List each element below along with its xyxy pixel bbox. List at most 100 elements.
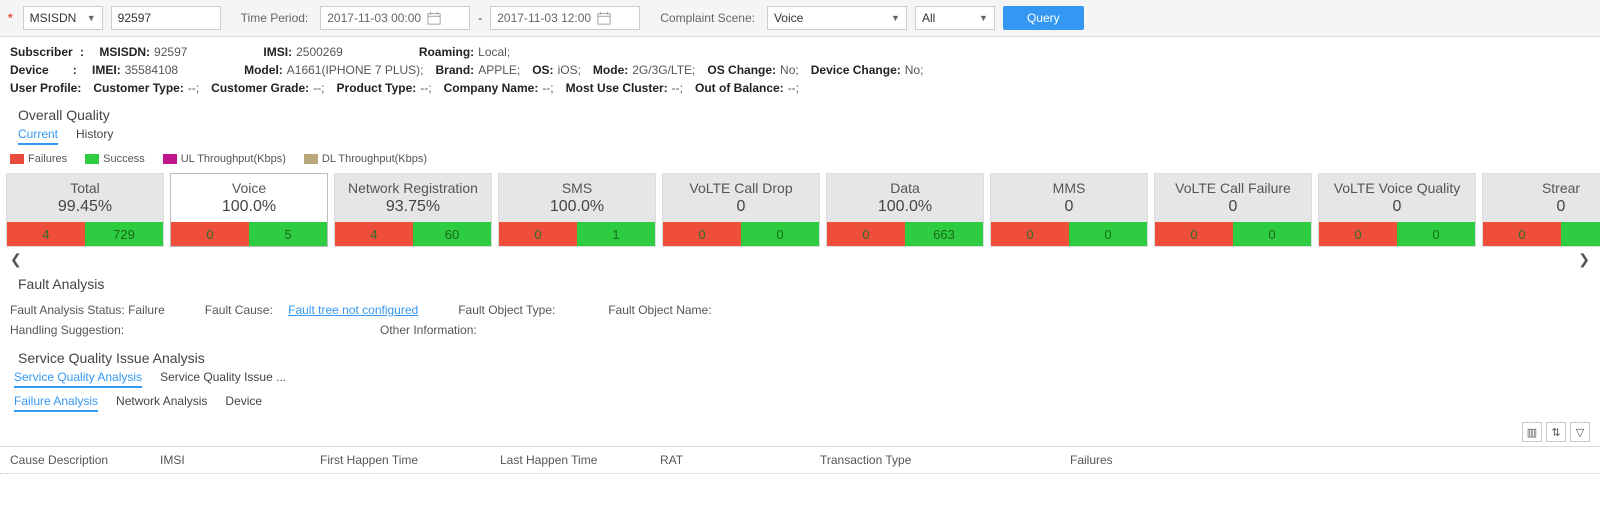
kpi-card-value: 93.75% <box>335 196 491 222</box>
legend-dl: DL Throughput(Kbps) <box>304 153 427 165</box>
legend-failures-label: Failures <box>28 153 67 165</box>
th-transaction-type[interactable]: Transaction Type <box>810 453 1060 467</box>
product-type-label: Product Type: <box>337 81 417 95</box>
time-to-input[interactable]: 2017-11-03 12:00 <box>490 6 640 30</box>
legend-dl-label: DL Throughput(Kbps) <box>322 153 427 165</box>
kpi-card-title: Total <box>7 174 163 196</box>
kpi-card-bars: 460 <box>335 222 491 246</box>
brand-value: APPLE; <box>478 63 520 77</box>
other-information-label: Other Information: <box>380 323 490 337</box>
kpi-card[interactable]: VoLTE Call Failure000 <box>1154 173 1312 247</box>
kpi-card[interactable]: Data100.0%0663 <box>826 173 984 247</box>
sqia-tabs-1: Service Quality Analysis Service Quality… <box>0 370 1600 394</box>
complaint-scene-label: Complaint Scene: <box>660 11 755 25</box>
fault-status-label: Fault Analysis Status: <box>10 303 125 317</box>
kpi-fail-bar: 0 <box>1483 222 1561 246</box>
calendar-icon <box>597 11 611 25</box>
kpi-fail-bar: 0 <box>663 222 741 246</box>
chevron-down-icon: ▼ <box>87 13 96 23</box>
overall-quality-tabs: Current History <box>0 127 1600 151</box>
kpi-card[interactable]: VoLTE Voice Quality000 <box>1318 173 1476 247</box>
kpi-cards-wrap: Total99.45%4729Voice100.0%05Network Regi… <box>0 173 1600 272</box>
kpi-fail-bar: 0 <box>1155 222 1233 246</box>
fault-object-type-label: Fault Object Type: <box>458 303 568 317</box>
kpi-card[interactable]: Network Registration93.75%460 <box>334 173 492 247</box>
os-change-label: OS Change: <box>707 63 776 77</box>
kpi-card[interactable]: VoLTE Call Drop000 <box>662 173 820 247</box>
os-label: OS: <box>532 63 553 77</box>
os-value: iOS; <box>558 63 581 77</box>
tab-service-quality-analysis[interactable]: Service Quality Analysis <box>14 370 142 388</box>
kpi-success-bar: 5 <box>249 222 327 246</box>
fault-cause-link[interactable]: Fault tree not configured <box>288 303 418 317</box>
time-from-value: 2017-11-03 00:00 <box>327 11 421 25</box>
legend-success: Success <box>85 153 145 165</box>
device-label: Device <box>10 63 49 77</box>
th-first-happen-time[interactable]: First Happen Time <box>310 453 490 467</box>
kpi-card-title: VoLTE Call Failure <box>1155 174 1311 196</box>
sort-button[interactable]: ⇅ <box>1546 422 1566 442</box>
tab-history[interactable]: History <box>76 127 113 145</box>
th-failures[interactable]: Failures <box>1060 453 1180 467</box>
complaint-scene-select[interactable]: Voice ▼ <box>767 6 907 30</box>
th-last-happen-time[interactable]: Last Happen Time <box>490 453 650 467</box>
kpi-card-value: 0 <box>1483 196 1600 222</box>
fault-cause-label: Fault Cause: <box>205 303 285 317</box>
kpi-card-title: Data <box>827 174 983 196</box>
kpi-success-bar <box>1561 222 1600 246</box>
query-button[interactable]: Query <box>1003 6 1084 30</box>
kpi-success-bar: 663 <box>905 222 983 246</box>
columns-button[interactable]: ▥ <box>1522 422 1542 442</box>
kpi-card[interactable]: MMS000 <box>990 173 1148 247</box>
filter-all-select[interactable]: All ▼ <box>915 6 995 30</box>
sort-icon: ⇅ <box>1551 426 1560 439</box>
kpi-fail-bar: 0 <box>171 222 249 246</box>
time-period-label: Time Period: <box>241 11 309 25</box>
kpi-card[interactable]: Strear00 <box>1482 173 1600 247</box>
imei-value: 35584108 <box>125 63 178 77</box>
columns-icon: ▥ <box>1527 426 1537 439</box>
kpi-card-value: 0 <box>1319 196 1475 222</box>
imei-label: IMEI: <box>92 63 121 77</box>
filter-button[interactable]: ▽ <box>1570 422 1590 442</box>
id-type-select[interactable]: MSISDN ▼ <box>23 6 103 30</box>
device-row: Device : IMEI: 35584108 Model: A1661(IPH… <box>10 61 1590 79</box>
kpi-card-title: Network Registration <box>335 174 491 196</box>
kpi-card[interactable]: Voice100.0%05 <box>170 173 328 247</box>
tab-current[interactable]: Current <box>18 127 58 145</box>
id-value-input[interactable] <box>111 6 221 30</box>
brand-label: Brand: <box>436 63 475 77</box>
dl-swatch-icon <box>304 154 318 164</box>
out-of-balance-value: --; <box>788 81 799 95</box>
customer-grade-value: --; <box>313 81 324 95</box>
scroll-right-icon[interactable]: ❯ <box>1578 251 1590 268</box>
complaint-scene-value: Voice <box>774 11 803 25</box>
tab-failure-analysis[interactable]: Failure Analysis <box>14 394 98 412</box>
customer-grade-label: Customer Grade: <box>211 81 309 95</box>
kpi-card[interactable]: SMS100.0%01 <box>498 173 656 247</box>
scroll-left-icon[interactable]: ❮ <box>10 251 22 268</box>
th-rat[interactable]: RAT <box>650 453 810 467</box>
legend: Failures Success UL Throughput(Kbps) DL … <box>0 151 1600 173</box>
device-change-value: No; <box>905 63 924 77</box>
handling-suggestion-label: Handling Suggestion: <box>10 323 124 337</box>
kpi-fail-bar: 0 <box>827 222 905 246</box>
mode-label: Mode: <box>593 63 628 77</box>
msisdn-label: MSISDN: <box>99 45 150 59</box>
tab-service-quality-issue[interactable]: Service Quality Issue ... <box>160 370 286 388</box>
tab-network-analysis[interactable]: Network Analysis <box>116 394 207 412</box>
ul-swatch-icon <box>163 154 177 164</box>
kpi-card[interactable]: Total99.45%4729 <box>6 173 164 247</box>
kpi-card-value: 0 <box>1155 196 1311 222</box>
th-imsi[interactable]: IMSI <box>150 453 310 467</box>
kpi-card-bars: 01 <box>499 222 655 246</box>
th-cause-description[interactable]: Cause Description <box>0 453 150 467</box>
kpi-card-bars: 00 <box>1155 222 1311 246</box>
kpi-card-value: 99.45% <box>7 196 163 222</box>
cards-scrollbar: ❮ ❯ <box>0 247 1600 272</box>
legend-success-label: Success <box>103 153 145 165</box>
time-from-input[interactable]: 2017-11-03 00:00 <box>320 6 470 30</box>
tab-device[interactable]: Device <box>225 394 262 412</box>
kpi-card-bars: 00 <box>663 222 819 246</box>
most-use-cluster-value: --; <box>672 81 683 95</box>
